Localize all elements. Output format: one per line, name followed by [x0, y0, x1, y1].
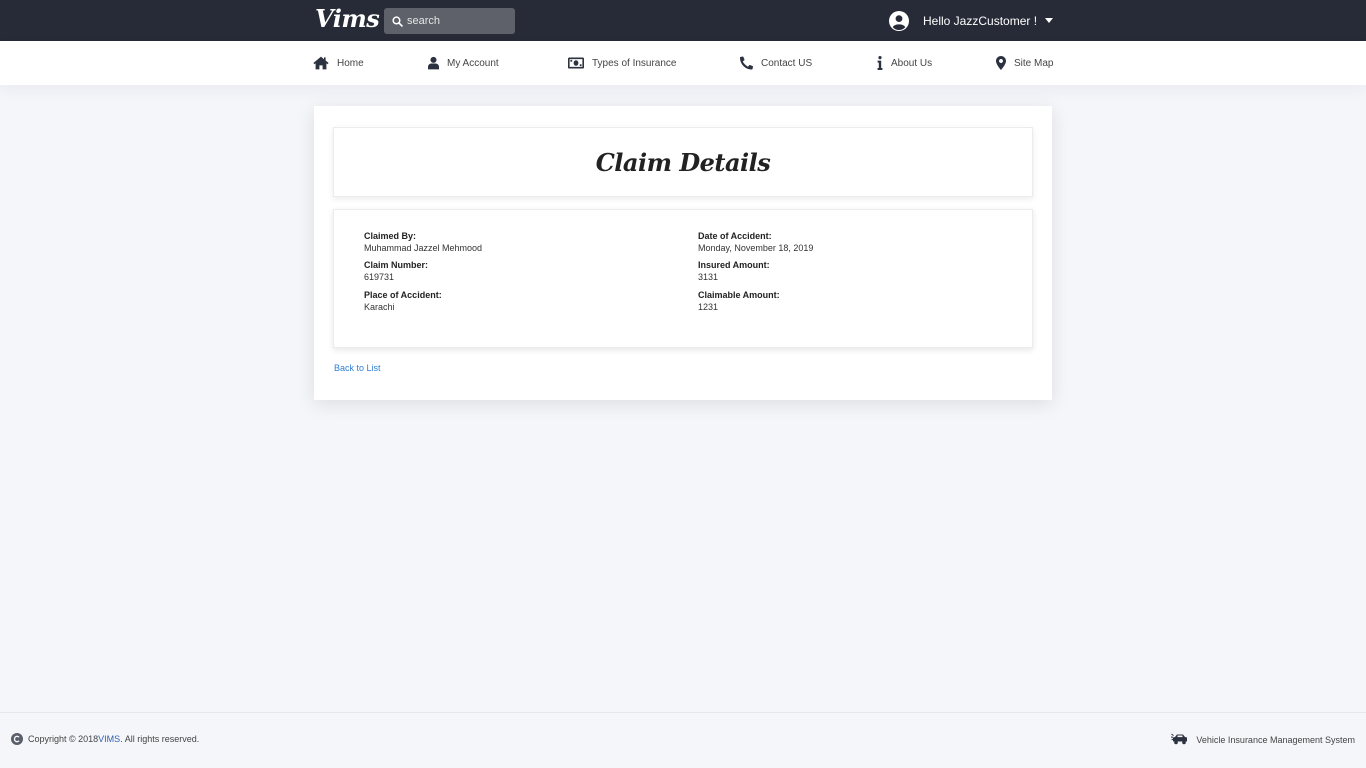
- date-of-accident-label: Date of Accident:: [698, 231, 772, 241]
- date-of-accident-value: Monday, November 18, 2019: [698, 243, 814, 253]
- search-input[interactable]: [407, 15, 507, 27]
- system-name-label: Vehicle Insurance Management System: [1196, 735, 1355, 745]
- search-box[interactable]: [384, 8, 515, 34]
- user-icon: [428, 56, 439, 70]
- claimed-by-value: Muhammad Jazzel Mehmood: [364, 243, 483, 253]
- search-icon: [392, 15, 403, 27]
- claim-number-label: Claim Number:: [364, 260, 429, 270]
- top-bar: Vims Hello JazzCustomer !: [0, 0, 1366, 41]
- claimable-amount-label: Claimable Amount:: [698, 290, 780, 300]
- copyright-prefix: Copyright © 2018: [28, 734, 99, 744]
- main-nav: Home My Account Types of Insurance Conta…: [0, 41, 1366, 85]
- insured-amount-label: Insured Amount:: [698, 260, 770, 270]
- copyright-suffix: . All rights reserved.: [120, 734, 200, 744]
- nav-label-home: Home: [337, 57, 364, 69]
- footer: Copyright © 2018 VIMS . All rights reser…: [0, 712, 1366, 768]
- copyright-notice: Copyright © 2018 VIMS . All rights reser…: [11, 733, 199, 745]
- map-marker-icon: [996, 56, 1006, 70]
- claim-details-card: Claim Details Claimed By: Muhammad Jazze…: [314, 106, 1052, 400]
- info-icon: [877, 56, 883, 70]
- copyright-icon: [11, 733, 23, 745]
- details-panel: Claimed By: Muhammad Jazzel Mehmood Clai…: [333, 209, 1033, 348]
- nav-label-site-map: Site Map: [1014, 57, 1054, 69]
- caret-down-icon: [1045, 17, 1054, 23]
- field-claimable-amount: Claimable Amount: 1231: [698, 289, 780, 313]
- user-greeting: Hello JazzCustomer !: [923, 13, 1038, 28]
- nav-label-contact-us: Contact US: [761, 57, 813, 69]
- claimable-amount-value: 1231: [698, 302, 719, 312]
- field-place-of-accident: Place of Accident: Karachi: [364, 289, 442, 313]
- nav-item-about-us[interactable]: About Us: [877, 55, 932, 71]
- field-claim-number: Claim Number: 619731: [364, 259, 428, 283]
- home-icon: [313, 56, 329, 70]
- page-title: Claim Details: [595, 147, 771, 177]
- money-bill-icon: [568, 57, 584, 69]
- copyright-brand-link[interactable]: VIMS: [98, 734, 120, 744]
- nav-item-home[interactable]: Home: [313, 55, 364, 71]
- claimed-by-label: Claimed By:: [364, 231, 417, 241]
- place-of-accident-label: Place of Accident:: [364, 290, 442, 300]
- nav-item-types-of-insurance[interactable]: Types of Insurance: [568, 55, 677, 71]
- field-claimed-by: Claimed By: Muhammad Jazzel Mehmood: [364, 230, 482, 254]
- nav-item-contact-us[interactable]: Contact US: [740, 55, 812, 71]
- nav-label-about-us: About Us: [891, 57, 933, 69]
- user-circle-icon: [889, 10, 909, 31]
- nav-label-types-of-insurance: Types of Insurance: [592, 57, 677, 69]
- vims-logo[interactable]: Vims: [315, 4, 380, 33]
- nav-label-my-account: My Account: [447, 57, 499, 69]
- insured-amount-value: 3131: [698, 272, 719, 282]
- field-insured-amount: Insured Amount: 3131: [698, 259, 770, 283]
- back-to-list-link[interactable]: Back to List: [334, 363, 381, 373]
- system-name: Vehicle Insurance Management System: [1171, 733, 1355, 747]
- title-panel: Claim Details: [333, 127, 1033, 197]
- nav-item-site-map[interactable]: Site Map: [996, 55, 1053, 71]
- field-date-of-accident: Date of Accident: Monday, November 18, 2…: [698, 230, 813, 254]
- place-of-accident-value: Karachi: [364, 302, 395, 312]
- claim-number-value: 619731: [364, 272, 395, 282]
- car-crash-icon: [1171, 733, 1188, 745]
- user-menu[interactable]: Hello JazzCustomer !: [889, 10, 1054, 31]
- nav-item-my-account[interactable]: My Account: [428, 55, 499, 71]
- phone-icon: [740, 56, 753, 70]
